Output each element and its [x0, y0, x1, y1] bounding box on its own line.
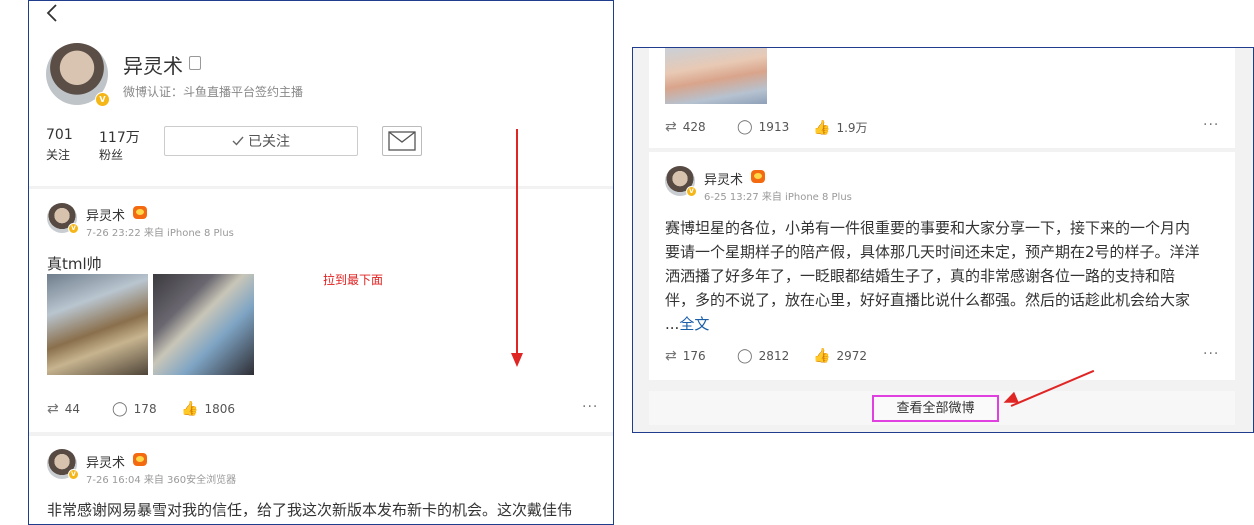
comment-button[interactable]: ◯ 1913 — [737, 119, 789, 135]
comment-count: 1913 — [758, 120, 790, 134]
more-options-button[interactable]: ··· — [1203, 117, 1219, 133]
thumbs-up-icon: 👍 — [813, 120, 831, 136]
comment-count: 178 — [133, 402, 157, 416]
post-meta: 6-25 13:27 来自 iPhone 8 Plus — [704, 192, 852, 203]
post-meta: 7-26 16:04 来自 360安全浏览器 — [86, 475, 237, 486]
post-card: ⇄ 428 ◯ 1913 👍 1.9万 ··· — [649, 48, 1235, 148]
profile-certification: 微博认证：斗鱼直播平台签约主播 — [123, 85, 304, 99]
post-image-baby[interactable] — [665, 48, 767, 104]
repost-icon: ⇄ — [47, 401, 59, 417]
post-image-cosplay[interactable] — [153, 274, 254, 375]
scroll-down-arrow — [516, 129, 518, 357]
post-author[interactable]: 异灵术 — [86, 452, 125, 471]
post-author[interactable]: 异灵术 — [86, 205, 125, 224]
check-icon — [232, 136, 244, 146]
profile-name: 异灵术 — [123, 54, 183, 78]
repost-count: 428 — [682, 120, 706, 134]
profile-header: V 异灵术 微博认证：斗鱼直播平台签约主播 701 关注 117万 粉丝 已关注 — [29, 1, 613, 186]
right-screenshot-panel: ⇄ 428 ◯ 1913 👍 1.9万 ··· V 异灵术 6-25 13:27 来自… — [632, 47, 1254, 433]
followers-count[interactable]: 117万 — [99, 127, 140, 147]
repost-icon: ⇄ — [665, 348, 677, 364]
comment-icon: ◯ — [737, 119, 753, 135]
member-icon — [189, 56, 201, 70]
mail-icon — [388, 131, 416, 151]
post-card: V 异灵术 7-26 16:04 来自 360安全浏览器 非常感谢网易暴雪对我的… — [29, 436, 613, 524]
post-text-line: 赛博坦星的各位，小弟有一件很重要的事要和大家分享一下，接下来的一个月内 — [665, 219, 1191, 237]
comment-button[interactable]: ◯ 178 — [112, 401, 157, 417]
like-button[interactable]: 👍 1.9万 — [813, 119, 868, 136]
post-text: 非常感谢网易暴雪对我的信任，给了我这次新版本发布新卡的机会。这次戴佳伟 — [47, 501, 573, 519]
left-screenshot-panel: V 异灵术 微博认证：斗鱼直播平台签约主播 701 关注 117万 粉丝 已关注… — [28, 0, 614, 525]
post-text-line: 洒洒播了好多年了，一眨眼都结婚生子了，真的非常感谢各位一路的支持和陪 — [665, 267, 1176, 285]
followers-label[interactable]: 粉丝 — [99, 146, 123, 163]
more-options-button[interactable]: ··· — [1203, 346, 1219, 362]
repost-button[interactable]: ⇄ 176 — [665, 348, 706, 364]
thumbs-up-icon: 👍 — [181, 401, 199, 417]
verified-badge-icon: V — [68, 469, 79, 480]
post-text-line: 伴，多的不说了，放在心里，好好直播比说什么都强。然后的话趁此机会给大家 — [665, 291, 1191, 309]
post-text-line: 要请一个星期样子的陪产假，具体那几天时间还未定，预产期在2号的样子。洋洋 — [665, 243, 1200, 261]
chevron-left-icon — [46, 4, 57, 22]
comment-icon: ◯ — [737, 348, 753, 364]
like-count: 2972 — [836, 349, 867, 363]
thumbs-up-icon: 👍 — [813, 348, 831, 364]
post-author[interactable]: 异灵术 — [704, 169, 743, 188]
post-card: V 异灵术 6-25 13:27 来自 iPhone 8 Plus 赛博坦星的各… — [649, 152, 1235, 380]
full-text-link[interactable]: 全文 — [679, 315, 709, 333]
post-meta: 7-26 23:22 来自 iPhone 8 Plus — [86, 228, 234, 239]
post-image-card[interactable] — [47, 274, 148, 375]
following-count[interactable]: 701 — [46, 127, 73, 143]
following-label[interactable]: 关注 — [46, 146, 70, 163]
follow-button-label: 已关注 — [248, 134, 290, 150]
message-button[interactable] — [382, 126, 422, 156]
repost-button[interactable]: ⇄ 44 — [47, 401, 80, 417]
like-count: 1.9万 — [836, 121, 868, 135]
post-card: V 异灵术 7-26 23:22 来自 iPhone 8 Plus 真tml帅 … — [29, 189, 613, 432]
repost-icon: ⇄ — [665, 119, 677, 135]
comment-button[interactable]: ◯ 2812 — [737, 348, 789, 364]
repost-button[interactable]: ⇄ 428 — [665, 119, 706, 135]
verified-badge-icon: V — [68, 223, 79, 234]
vip-crown-icon — [133, 453, 147, 466]
post-text-line: ...全文 — [665, 312, 1225, 336]
vip-crown-icon — [133, 206, 147, 219]
verified-badge-icon: V — [95, 92, 110, 107]
post-text: 真tml帅 — [47, 255, 102, 273]
follow-button[interactable]: 已关注 — [164, 126, 358, 156]
ellipsis: ... — [665, 315, 680, 333]
more-options-button[interactable]: ··· — [582, 399, 598, 415]
like-button[interactable]: 👍 1806 — [181, 401, 235, 417]
comment-icon: ◯ — [112, 401, 128, 417]
repost-count: 44 — [64, 402, 81, 416]
vip-crown-icon — [751, 170, 765, 183]
comment-count: 2812 — [758, 349, 790, 363]
repost-count: 176 — [682, 349, 706, 363]
arrow-head-icon — [511, 353, 523, 367]
like-count: 1806 — [204, 402, 235, 416]
view-all-posts-button[interactable]: 查看全部微博 — [872, 395, 999, 422]
post-text: 赛博坦星的各位，小弟有一件很重要的事要和大家分享一下，接下来的一个月内 要请一个… — [665, 216, 1225, 336]
verified-badge-icon: V — [686, 186, 697, 197]
annotation-label: 拉到最下面 — [323, 273, 384, 287]
like-button[interactable]: 👍 2972 — [813, 348, 867, 364]
back-button[interactable] — [45, 3, 59, 28]
